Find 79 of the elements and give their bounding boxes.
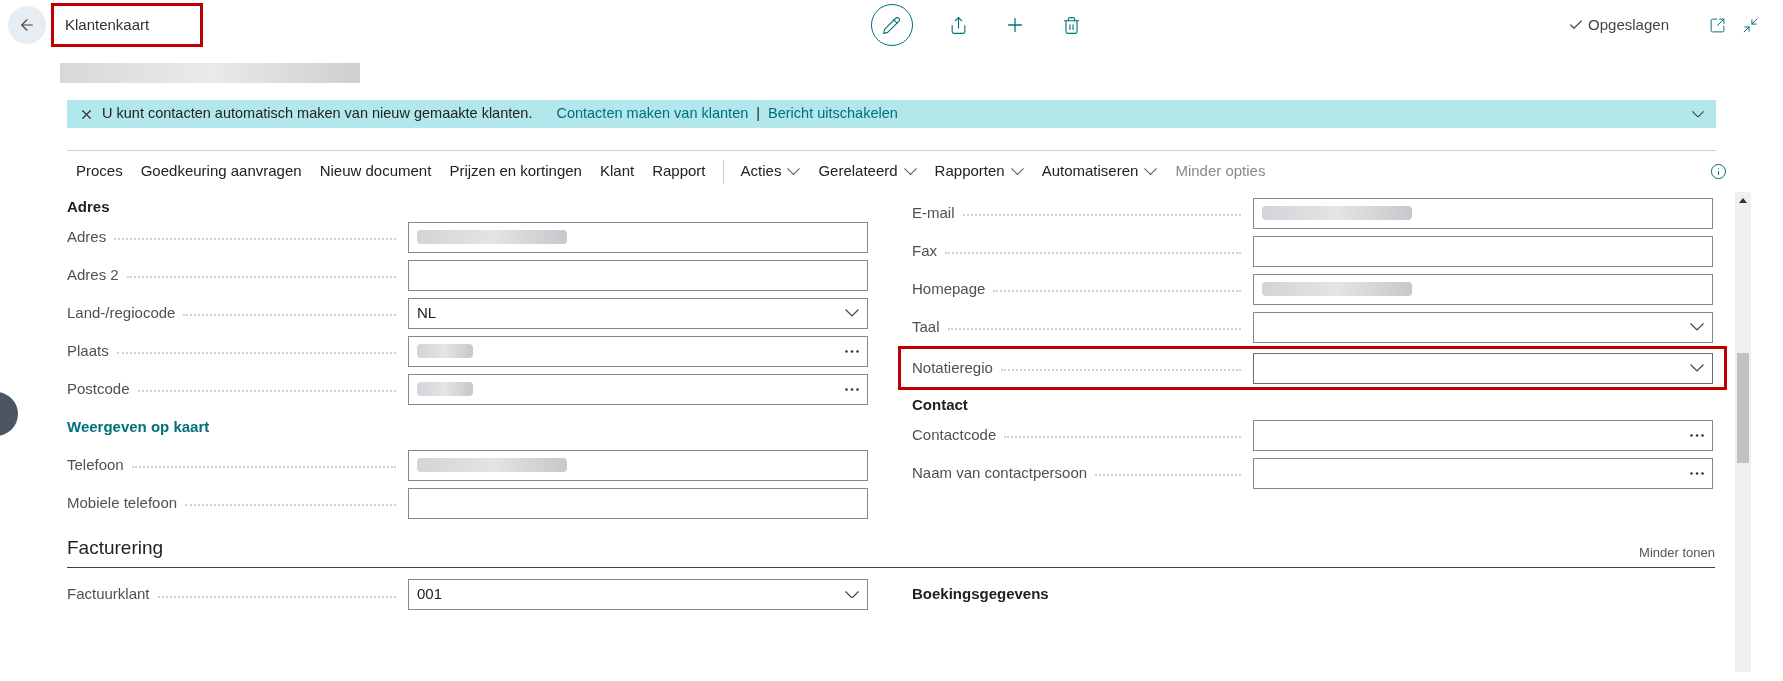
section-heading: Contact xyxy=(912,394,968,415)
input-field[interactable] xyxy=(408,449,868,481)
action-menu-item[interactable]: Acties xyxy=(731,160,810,183)
lookup-field[interactable] xyxy=(408,335,868,367)
chevron-down-icon[interactable] xyxy=(1692,110,1704,118)
chevron-down-icon xyxy=(1690,364,1704,372)
map-link[interactable]: Weergeven op kaart xyxy=(67,415,210,439)
notification-link[interactable]: Contacten maken van klanten xyxy=(556,103,749,125)
chevron-down-icon xyxy=(787,167,801,176)
scroll-up-arrow-icon[interactable] xyxy=(1739,198,1747,203)
chevron-down-icon xyxy=(1690,323,1704,331)
action-menu-item[interactable]: Gerelateerd xyxy=(809,160,926,183)
field-label: Contactcode xyxy=(912,424,998,445)
dropdown-field[interactable]: NL xyxy=(408,297,868,329)
collapse-icon xyxy=(1742,16,1759,34)
section-heading: Boekingsgegevens xyxy=(912,584,1049,605)
more-icon xyxy=(1690,471,1704,475)
field-label: Homepage xyxy=(912,278,987,299)
action-menu-item[interactable]: Proces xyxy=(67,160,132,183)
chevron-down-icon xyxy=(903,167,917,176)
external-window-icon xyxy=(1709,16,1726,34)
input-field[interactable] xyxy=(1253,273,1713,305)
action-menu-item[interactable]: Klant xyxy=(590,160,644,183)
notification-link[interactable]: Bericht uitschakelen xyxy=(768,103,898,125)
notification-message: U kunt contacten automatisch maken van nieuw gemaakte klanten. xyxy=(102,104,533,124)
dropdown-field[interactable] xyxy=(1253,311,1713,343)
dropdown-field[interactable] xyxy=(1253,352,1713,384)
input-field[interactable] xyxy=(1253,235,1713,267)
field-label: Telefoon xyxy=(67,454,125,475)
field-label: Taal xyxy=(912,316,941,337)
dropdown-field[interactable]: 001 xyxy=(408,579,868,610)
lookup-field[interactable] xyxy=(1253,419,1713,451)
field-label: Plaats xyxy=(67,340,110,361)
saved-status: Opgeslagen xyxy=(1588,14,1669,35)
collapse-button[interactable] xyxy=(1742,16,1759,34)
chevron-down-icon xyxy=(845,309,859,317)
field-label: Postcode xyxy=(67,378,131,399)
redacted-value xyxy=(417,382,473,396)
action-menu-item[interactable]: Automatiseren xyxy=(1032,160,1167,183)
action-menu-item[interactable]: Rapport xyxy=(643,160,715,183)
field-label: Notatieregio xyxy=(912,357,994,378)
action-menu-item[interactable]: Goedkeuring aanvragen xyxy=(131,160,311,183)
action-menu-item[interactable]: Nieuw document xyxy=(310,160,441,183)
open-new-window-button[interactable] xyxy=(1709,16,1726,34)
more-icon xyxy=(1690,433,1704,437)
chevron-down-icon xyxy=(1144,167,1158,176)
field-label: Naam van contactpersoon xyxy=(912,462,1089,483)
lookup-field[interactable] xyxy=(408,373,868,405)
pencil-icon xyxy=(882,15,902,35)
section-title: Facturering xyxy=(67,536,164,560)
field-label: Land-/regiocode xyxy=(67,302,177,323)
show-less-link[interactable]: Minder tonen xyxy=(1639,543,1715,563)
action-menu-item[interactable]: Rapporten xyxy=(925,160,1033,183)
scrollbar-thumb[interactable] xyxy=(1737,353,1749,463)
trash-icon xyxy=(1061,15,1081,35)
input-field[interactable] xyxy=(408,487,868,519)
input-field[interactable] xyxy=(408,221,868,253)
section-heading: Adres xyxy=(67,196,110,217)
more-icon xyxy=(845,387,859,391)
input-field[interactable] xyxy=(1253,197,1713,229)
info-icon[interactable] xyxy=(1710,163,1727,180)
delete-button[interactable] xyxy=(1061,15,1081,35)
field-label: Adres xyxy=(67,226,108,247)
redacted-value xyxy=(417,344,473,358)
lookup-field[interactable] xyxy=(1253,457,1713,489)
chevron-down-icon xyxy=(1010,167,1024,176)
field-label: Factuurklant xyxy=(67,584,151,605)
chevron-down-icon xyxy=(845,590,859,599)
field-label: Fax xyxy=(912,240,938,261)
field-label: Adres 2 xyxy=(67,264,120,285)
more-icon xyxy=(845,349,859,353)
scrollbar[interactable] xyxy=(1735,192,1751,672)
action-menu-item[interactable]: Prijzen en kortingen xyxy=(440,160,591,183)
page-title: Klantenkaart xyxy=(65,14,150,35)
link-separator: | xyxy=(756,104,761,124)
field-label: Mobiele telefoon xyxy=(67,492,179,513)
back-button[interactable] xyxy=(8,6,46,44)
field-label: E-mail xyxy=(912,202,956,223)
input-field[interactable] xyxy=(408,259,868,291)
